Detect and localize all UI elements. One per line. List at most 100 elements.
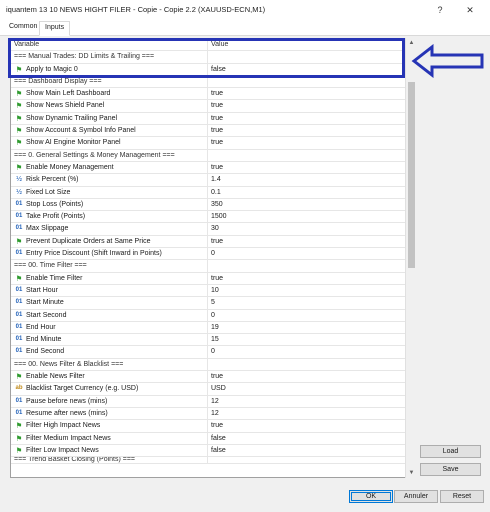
parameter-row[interactable]: ⚑ Show AI Engine Monitor Panel true [11,137,407,150]
parameter-value[interactable]: true [209,125,407,136]
parameter-value[interactable]: true [209,137,407,148]
parameter-row[interactable]: ⚑ Prevent Duplicate Orders at Same Price t… [11,235,407,249]
parameter-row[interactable]: ⚑ Enable Time Filter true [11,272,407,285]
parameter-name: ⚑ Filter Low Impact News [11,444,208,457]
parameter-value[interactable]: 1.4 [209,174,407,185]
parameter-row[interactable]: 01 Take Profit (Points) 1500 [11,211,407,224]
parameter-value[interactable]: USD [209,383,407,394]
parameter-row[interactable]: 01 End Second 0 [11,346,407,359]
parameter-row[interactable]: 01 Pause before news (mins) 12 [11,395,407,408]
parameter-value[interactable]: 30 [209,223,407,234]
parameter-name: 01 Stop Loss (Points) [11,198,208,211]
tab-common[interactable]: Common [4,21,42,36]
section-row: === 0. General Settings & Money Manageme… [11,149,407,162]
parameter-value[interactable]: true [209,371,407,382]
parameter-row[interactable]: 01 Entry Price Discount (Shift Inward in … [11,248,407,261]
integer-icon: 01 [15,200,23,207]
parameter-label: Stop Loss (Points) [26,200,84,208]
reset-button[interactable]: Reset [440,490,484,503]
ok-button[interactable]: OK [349,490,393,503]
parameter-value [209,359,407,370]
parameter-label: Enable Money Management [26,163,114,171]
parameter-row[interactable]: 01 Start Second 0 [11,309,407,322]
parameter-name: 01 End Second [11,346,208,358]
parameter-value[interactable]: 0.1 [209,187,407,198]
parameter-row[interactable]: 01 Max Slippage 30 [11,223,407,236]
parameter-value[interactable]: true [209,113,407,124]
parameter-label: End Second [26,348,65,356]
parameter-name: ⚑ Show Dynamic Trailing Panel [11,112,208,125]
parameter-label: === Dashboard Display === [14,77,102,85]
parameter-value[interactable]: 12 [209,408,407,419]
string-icon: ab [15,385,23,392]
inputs-grid: Variable Value === Manual Trades: DD Lim… [10,38,416,478]
parameter-value[interactable]: 15 [209,334,407,345]
integer-icon: 01 [15,397,23,404]
parameter-row[interactable]: 01 Stop Loss (Points) 350 [11,198,407,212]
annuler-button[interactable]: Annuler [394,490,438,503]
parameter-value[interactable]: false [209,433,407,444]
parameter-row[interactable]: ⚑ Show Dynamic Trailing Panel true [11,112,407,126]
scroll-thumb[interactable] [408,82,415,268]
parameter-name: === 0. General Settings & Money Manageme… [11,149,208,161]
parameter-value[interactable]: 0 [209,346,407,357]
parameter-label: Enable Time Filter [26,274,83,282]
parameter-row[interactable]: ½ Risk Percent (%) 1.4 [11,174,407,187]
parameter-label: === 0. General Settings & Money Manageme… [14,151,175,159]
close-icon[interactable]: ✕ [458,2,482,18]
parameter-label: Risk Percent (%) [26,176,79,184]
parameter-row[interactable]: ⚑ Filter High Impact News true [11,420,407,433]
parameter-label: Show Main Left Dashboard [26,90,111,98]
parameter-value[interactable]: false [209,445,407,456]
parameter-row[interactable]: ⚑ Enable Money Management true [11,161,407,175]
grid-rows: Variable Value === Manual Trades: DD Lim… [11,39,407,465]
parameter-label: Start Second [26,311,67,319]
parameter-label: Resume after news (mins) [26,409,108,417]
parameter-row[interactable]: 01 Resume after news (mins) 12 [11,407,407,421]
parameter-row[interactable]: ⚑ Enable News Filter true [11,371,407,384]
parameter-value[interactable]: true [209,236,407,247]
parameter-row[interactable]: ½ Fixed Lot Size 0.1 [11,186,407,199]
parameter-row[interactable]: ⚑ Filter Low Impact News false [11,444,407,458]
parameter-value[interactable]: 10 [209,285,407,296]
parameter-value[interactable]: 0 [209,310,407,321]
parameter-row[interactable]: ⚑ Show Main Left Dashboard true [11,88,407,101]
parameter-value[interactable]: true [209,162,407,173]
parameter-value[interactable]: true [209,88,407,99]
fraction-icon: ½ [16,188,22,196]
tab-inputs[interactable]: Inputs [39,21,71,36]
parameter-value[interactable]: true [209,100,407,111]
bool-flag-icon: ⚑ [15,445,23,455]
parameter-row[interactable]: 01 Start Hour 10 [11,284,407,298]
parameter-name: 01 Max Slippage [11,223,208,235]
bool-flag-icon: ⚑ [15,162,23,172]
parameter-row[interactable]: ab Blacklist Target Currency (e.g. USD) US… [11,383,407,396]
title-bar: iquantem 13 10 NEWS HIGHT FILER - Copie … [0,0,490,20]
parameter-row[interactable]: ⚑ Show News Shield Panel true [11,100,407,113]
bool-flag-icon: ⚑ [15,273,23,283]
parameter-value[interactable]: 5 [209,297,407,308]
parameter-value[interactable]: 1500 [209,211,407,222]
vertical-scrollbar[interactable]: ▲ ▼ [405,38,416,478]
load-button[interactable]: Load [420,445,481,458]
help-icon[interactable]: ? [428,2,452,18]
scroll-down-icon[interactable]: ▼ [406,468,417,478]
parameter-value[interactable]: true [209,420,407,431]
parameter-row[interactable]: 01 Start Minute 5 [11,297,407,310]
parameter-value[interactable]: 19 [209,322,407,333]
parameter-name: 01 Start Minute [11,297,208,309]
integer-icon: 01 [15,299,23,306]
parameter-row[interactable]: ⚑ Show Account & Symbol Info Panel true [11,125,407,138]
parameter-value[interactable]: 0 [209,248,407,259]
parameter-value[interactable]: true [209,273,407,284]
parameter-name: 01 Start Hour [11,284,208,297]
parameter-value[interactable]: 12 [209,396,407,407]
parameter-row[interactable]: 01 End Hour 19 [11,321,407,335]
parameter-value[interactable]: 350 [209,199,407,210]
parameter-name: ab Blacklist Target Currency (e.g. USD) [11,383,208,395]
parameter-label: Entry Price Discount (Shift Inward in Po… [26,250,162,258]
parameter-row[interactable]: 01 End Minute 15 [11,334,407,347]
integer-icon: 01 [15,348,23,355]
save-button[interactable]: Save [420,463,481,476]
parameter-row[interactable]: ⚑ Filter Medium Impact News false [11,432,407,445]
